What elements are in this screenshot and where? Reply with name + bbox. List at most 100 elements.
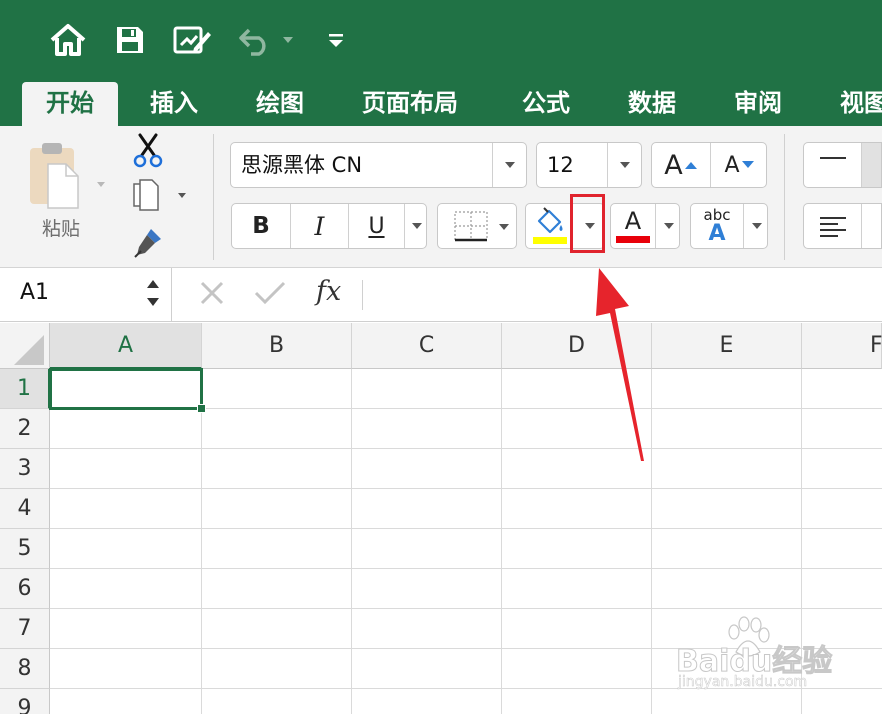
font-style-group: B I U xyxy=(231,203,427,249)
save-button[interactable] xyxy=(112,22,148,58)
chevron-down-icon xyxy=(751,223,762,229)
font-color-glyph: A xyxy=(624,207,642,235)
row-header-1[interactable]: 1 xyxy=(0,369,50,409)
name-box[interactable]: A1 xyxy=(0,268,172,321)
home-icon xyxy=(50,24,86,56)
customize-toolbar-button[interactable] xyxy=(324,22,348,58)
active-cell-a1[interactable] xyxy=(49,368,203,410)
chevron-down-icon xyxy=(504,162,515,168)
gridline xyxy=(50,568,882,569)
gridline xyxy=(351,369,352,714)
column-header-c[interactable]: C xyxy=(352,323,502,369)
row-header-8[interactable]: 8 xyxy=(0,649,50,689)
edit-button[interactable] xyxy=(170,22,214,58)
decrease-font-icon xyxy=(741,161,754,168)
font-size-select[interactable]: 12 xyxy=(536,142,642,188)
increase-font-button[interactable]: A xyxy=(652,143,710,187)
cancel-icon[interactable] xyxy=(197,278,227,308)
bold-button[interactable]: B xyxy=(232,204,290,248)
tab-data[interactable]: 数据 xyxy=(628,82,676,126)
font-color-swatch xyxy=(616,236,650,243)
column-header-e[interactable]: E xyxy=(652,323,802,369)
gridline xyxy=(651,369,652,714)
insert-function-button[interactable]: fx xyxy=(316,276,341,307)
tab-review[interactable]: 审阅 xyxy=(734,82,782,126)
paste-button[interactable] xyxy=(26,140,110,212)
underline-button[interactable]: U xyxy=(348,204,404,248)
italic-button[interactable]: I xyxy=(290,204,348,248)
row-header-3[interactable]: 3 xyxy=(0,449,50,489)
customize-toolbar-icon xyxy=(329,34,343,47)
borders-button[interactable] xyxy=(437,203,517,249)
tab-view[interactable]: 视图 xyxy=(840,82,882,126)
font-color-dropdown[interactable] xyxy=(655,204,681,248)
font-color-group: A xyxy=(610,203,680,249)
gridline xyxy=(201,369,202,714)
tab-insert[interactable]: 插入 xyxy=(150,82,198,126)
home-button[interactable] xyxy=(48,22,88,58)
tab-draw[interactable]: 绘图 xyxy=(256,82,304,126)
copy-button[interactable] xyxy=(130,178,192,214)
font-color-button[interactable]: A xyxy=(611,204,655,248)
underline-glyph: U xyxy=(368,213,385,239)
row-header-2[interactable]: 2 xyxy=(0,409,50,449)
undo-icon xyxy=(239,28,293,56)
column-header-b[interactable]: B xyxy=(202,323,352,369)
name-box-stepper-icon[interactable] xyxy=(145,276,161,310)
borders-icon xyxy=(454,211,488,242)
highlight-box xyxy=(570,194,605,253)
font-name-dropdown[interactable] xyxy=(492,143,526,187)
cut-button[interactable] xyxy=(130,132,166,170)
font-size-value: 12 xyxy=(547,153,574,177)
enter-check-icon[interactable] xyxy=(253,278,287,308)
decrease-font-button[interactable]: A xyxy=(710,143,768,187)
align-center-segment[interactable] xyxy=(861,204,881,248)
ribbon: 粘贴 思源黑体 CN 12 A A B I U A abc A xyxy=(0,126,882,268)
formula-bar: A1 fx xyxy=(0,268,882,322)
fill-color-button[interactable] xyxy=(526,204,572,248)
select-all-icon xyxy=(14,335,44,365)
paint-bucket-icon xyxy=(533,207,567,244)
text-orientation-button[interactable]: abc A xyxy=(691,204,743,248)
top-align-button[interactable] xyxy=(803,142,882,188)
column-header-a[interactable]: A xyxy=(50,323,202,369)
align-left-button[interactable] xyxy=(803,203,882,249)
chevron-down-icon xyxy=(663,223,674,229)
column-header-d[interactable]: D xyxy=(502,323,652,369)
row-header-5[interactable]: 5 xyxy=(0,529,50,569)
select-all-button[interactable] xyxy=(0,323,50,369)
formula-input[interactable] xyxy=(372,268,877,321)
gridline xyxy=(501,369,502,714)
column-header-f[interactable]: F xyxy=(802,323,882,369)
chevron-down-icon xyxy=(499,224,509,230)
row-header-4[interactable]: 4 xyxy=(0,489,50,529)
row-header-7[interactable]: 7 xyxy=(0,609,50,649)
text-orientation-dropdown[interactable] xyxy=(743,204,769,248)
undo-button[interactable] xyxy=(236,22,298,58)
font-name-select[interactable]: 思源黑体 CN xyxy=(230,142,527,188)
watermark-url: jingyan.baidu.com xyxy=(678,674,808,691)
middle-align-segment[interactable] xyxy=(861,143,881,187)
group-separator xyxy=(213,134,214,260)
row-header-9[interactable]: 9 xyxy=(0,689,50,714)
format-painter-button[interactable] xyxy=(130,224,166,260)
scissors-icon xyxy=(133,133,163,168)
copy-icon xyxy=(133,179,186,211)
name-box-value: A1 xyxy=(20,280,50,305)
tab-home[interactable]: 开始 xyxy=(22,82,118,126)
fill-handle[interactable] xyxy=(197,404,206,413)
group-separator xyxy=(784,134,785,260)
underline-dropdown[interactable] xyxy=(404,204,428,248)
font-size-dropdown[interactable] xyxy=(607,143,641,187)
gridline xyxy=(50,528,882,529)
chevron-down-icon xyxy=(619,162,630,168)
gridline xyxy=(50,488,882,489)
paste-icon xyxy=(30,143,105,209)
bold-glyph: B xyxy=(252,213,270,239)
gridline xyxy=(50,448,882,449)
font-grow-shrink-group: A A xyxy=(651,142,767,188)
tab-formulas[interactable]: 公式 xyxy=(522,82,570,126)
row-header-6[interactable]: 6 xyxy=(0,569,50,609)
tab-page-layout[interactable]: 页面布局 xyxy=(362,82,458,126)
save-icon xyxy=(117,27,143,53)
